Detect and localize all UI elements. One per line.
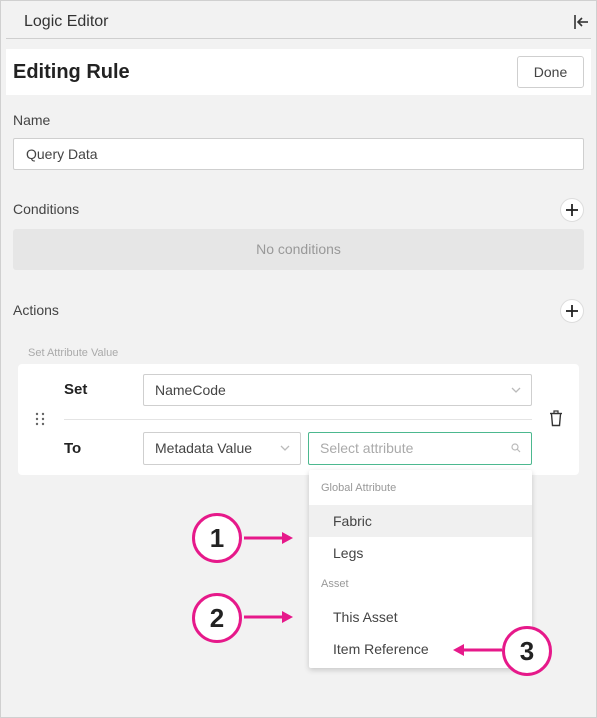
callout-arrow-3 xyxy=(453,644,502,656)
callout-arrows xyxy=(244,532,502,656)
callout-1: 1 xyxy=(192,513,242,563)
callout-3: 3 xyxy=(502,626,552,676)
callout-2: 2 xyxy=(192,593,242,643)
callout-arrow-1 xyxy=(244,532,293,544)
callout-arrow-2 xyxy=(244,611,293,623)
